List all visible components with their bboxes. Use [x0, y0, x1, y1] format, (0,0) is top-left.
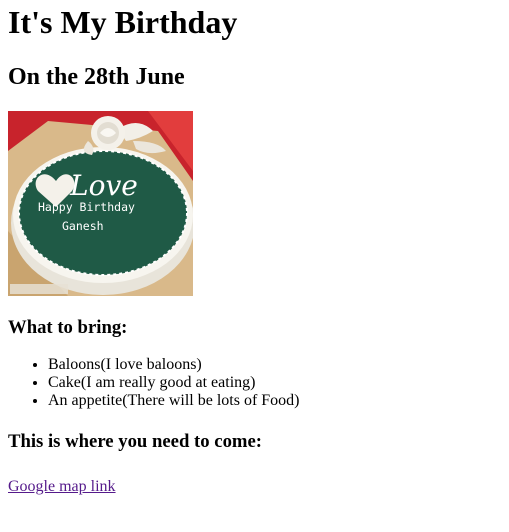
bring-list: Baloons(I love baloons) Cake(I am really… [8, 356, 501, 410]
cake-image: Love Happy Birthday Ganesh [8, 111, 193, 296]
page: It's My Birthday On the 28th June Love H… [0, 0, 509, 496]
page-subtitle: On the 28th June [8, 64, 185, 90]
cake-name-text: Ganesh [62, 219, 104, 233]
list-item: Cake(I am really good at eating) [48, 374, 501, 392]
google-map-link[interactable]: Google map link [8, 478, 116, 496]
cake-love-text: Love [69, 169, 138, 202]
list-item: Baloons(I love baloons) [48, 356, 501, 374]
page-title: It's My Birthday [8, 4, 238, 40]
cake-happy-birthday-text: Happy Birthday [38, 200, 135, 214]
bring-heading: What to bring: [8, 317, 128, 338]
location-heading: This is where you need to come: [8, 431, 262, 452]
list-item: An appetite(There will be lots of Food) [48, 392, 501, 410]
